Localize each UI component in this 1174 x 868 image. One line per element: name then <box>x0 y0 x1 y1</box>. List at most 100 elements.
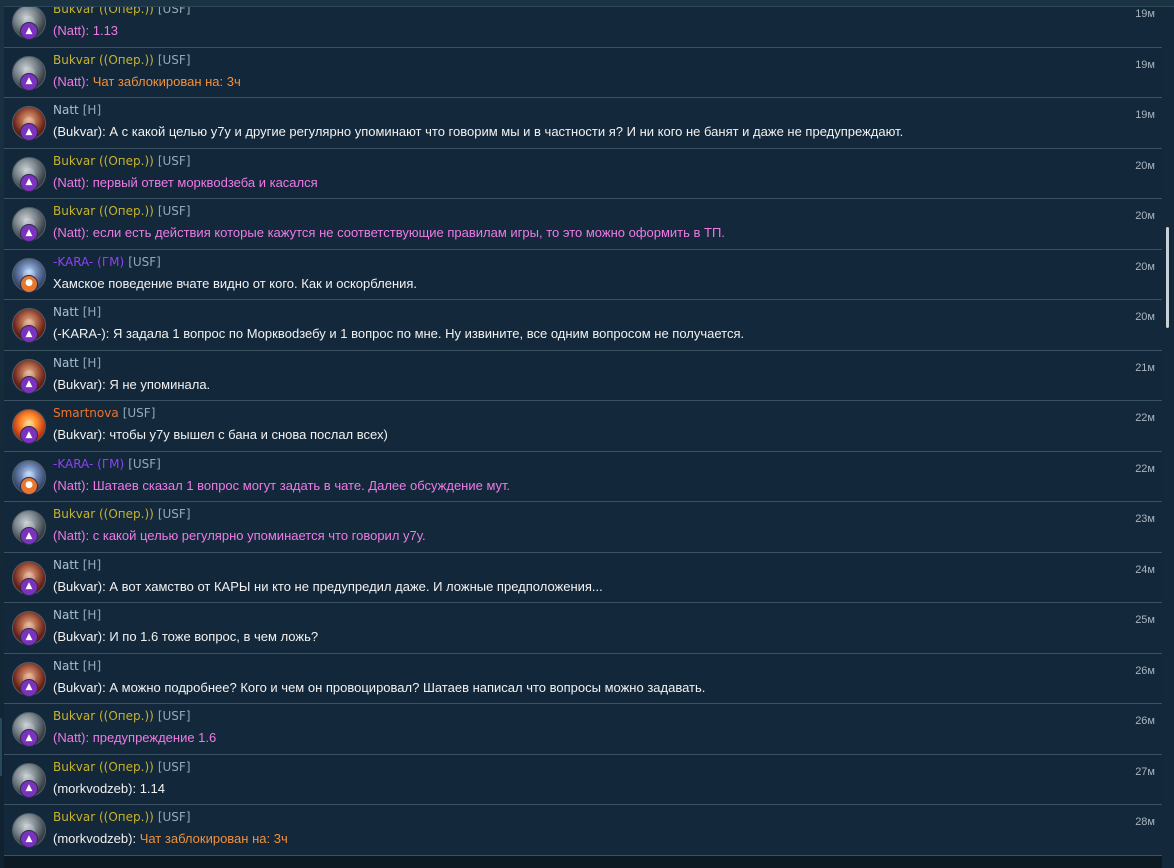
author-name[interactable]: Bukvar ((Опер.)) <box>53 53 154 67</box>
message-recipient: (morkvodzeb): <box>53 780 140 796</box>
message-text-line: (Bukvar): А можно подробнее? Кого и чем … <box>53 679 705 696</box>
author-name[interactable]: Bukvar ((Опер.)) <box>53 760 154 774</box>
author-name[interactable]: Natt <box>53 659 79 673</box>
author-name[interactable]: Natt <box>53 103 79 117</box>
message-body: И по 1.6 тоже вопрос, в чем ложь? <box>109 629 319 644</box>
message-author: Natt [H] <box>53 103 101 118</box>
chat-window: ▲ Bukvar ((Опер.)) [USF] (Natt): 1.13 19м ▲ Bu… <box>0 0 1174 868</box>
message-body: предупреждение 1.6 <box>92 730 217 745</box>
left-panel-edge <box>0 0 4 868</box>
message-recipient: (morkvodzeb): <box>53 831 140 846</box>
chat-message[interactable]: ▲ Natt [H] (Bukvar): И по 1.6 тоже вопрос, … <box>0 603 1162 654</box>
author-name[interactable]: Natt <box>53 608 79 622</box>
message-text-line: (morkvodzeb): 1.14 <box>53 780 165 797</box>
chat-message[interactable]: ▲ Natt [H] (-KARA-): Я задала 1 вопрос по М… <box>0 300 1162 351</box>
message-author: -KARA- (ГМ) [USF] <box>53 457 161 472</box>
author-name[interactable]: -KARA- (ГМ) <box>53 457 124 471</box>
message-text-line: (Natt): предупреждение 1.6 <box>53 729 216 746</box>
message-recipient: (Bukvar): <box>53 376 110 392</box>
author-name[interactable]: Smartnova <box>53 406 119 420</box>
message-timestamp: 20м <box>1135 311 1155 323</box>
chat-message[interactable]: ▲ Bukvar ((Опер.)) [USF] (Natt): первый отв… <box>0 148 1162 199</box>
author-tag: [USF] <box>157 507 191 521</box>
author-name[interactable]: Natt <box>53 558 79 572</box>
author-tag: [H] <box>82 103 102 117</box>
player-role-icon: ▲ <box>20 72 38 91</box>
author-name[interactable]: Bukvar ((Опер.)) <box>53 709 154 723</box>
moderator-badge-icon: ● <box>20 274 38 293</box>
chat-scrollbar[interactable] <box>1162 0 1174 868</box>
message-text-line: (Natt): первый ответ морквodзеба и касал… <box>53 174 318 191</box>
chat-message[interactable]: ▲ Bukvar ((Опер.)) [USF] (Natt): если есть … <box>0 199 1162 250</box>
message-author: Bukvar ((Опер.)) [USF] <box>53 709 191 724</box>
author-name[interactable]: Bukvar ((Опер.)) <box>53 154 154 168</box>
message-recipient: (Natt): <box>53 73 93 89</box>
message-body: А можно подробнее? Кого и чем он провоци… <box>109 679 706 695</box>
scroll-thumb[interactable] <box>1166 227 1169 328</box>
badge-symbol: ▲ <box>25 581 33 591</box>
player-role-icon: ▲ <box>20 375 38 394</box>
chat-message[interactable]: ▲ Bukvar ((Опер.)) [USF] (Natt): с какой це… <box>0 502 1162 553</box>
message-author: Bukvar ((Опер.)) [USF] <box>53 53 191 68</box>
badge-symbol: ▲ <box>25 126 33 137</box>
badge-symbol: ▲ <box>25 177 33 187</box>
message-author: Bukvar ((Опер.)) [USF] <box>53 154 191 169</box>
chat-message[interactable]: ● -KARA- (ГМ) [USF] (Natt): Шатаев сказал 1… <box>0 451 1162 502</box>
chat-message[interactable]: ▲ Natt [H] (Bukvar): А с какой целью у7у и … <box>0 98 1162 149</box>
message-timestamp: 20м <box>1135 159 1155 172</box>
message-body: А с какой целью у7у и другие регулярно у… <box>109 124 904 139</box>
author-tag: [H] <box>82 305 102 319</box>
message-body: 1.13 <box>92 23 119 38</box>
badge-symbol: ● <box>25 278 33 288</box>
message-text-line: (Natt): с какой целью регулярно упоминае… <box>53 527 426 544</box>
message-timestamp: 20м <box>1135 260 1155 273</box>
message-recipient: (Natt): <box>53 730 93 745</box>
author-tag: [USF] <box>157 153 191 168</box>
author-name[interactable]: Bukvar ((Опер.)) <box>53 204 154 218</box>
player-role-icon: ▲ <box>20 325 38 343</box>
badge-symbol: ▲ <box>25 631 33 642</box>
player-role-icon: ▲ <box>20 779 38 798</box>
message-author: Bukvar ((Опер.)) [USF] <box>53 204 191 219</box>
author-name[interactable]: Natt <box>53 356 79 370</box>
message-body: чтобы у7у вышел с бана и снова послал вс… <box>109 427 388 442</box>
chat-message[interactable]: ▲ Bukvar ((Опер.)) [USF] (Natt): 1.13 19м <box>0 0 1162 48</box>
message-author: Bukvar ((Опер.)) [USF] <box>53 507 191 522</box>
author-tag: [USF] <box>157 204 191 218</box>
message-body: Шатаев сказал 1 вопрос могут задать в ча… <box>92 477 511 493</box>
author-name[interactable]: -KARA- (ГМ) <box>53 255 124 269</box>
chat-message[interactable]: ● -KARA- (ГМ) [USF] Хамское поведение вчате… <box>0 249 1162 300</box>
message-timestamp: 25м <box>1135 614 1155 626</box>
message-author: Smartnova [USF] <box>53 406 155 421</box>
chat-message[interactable]: ▲ Bukvar ((Опер.)) [USF] (Natt): Чат заблок… <box>0 47 1162 98</box>
badge-symbol: ▲ <box>25 682 33 692</box>
chat-message[interactable]: ▲ Natt [H] (Bukvar): А можно подробнее? Ког… <box>0 653 1162 704</box>
message-author: Natt [H] <box>53 305 101 320</box>
message-recipient: (Bukvar): <box>53 578 110 594</box>
message-body: если есть действия которые кажутся не со… <box>92 225 725 240</box>
chat-message[interactable]: ▲ Natt [H] (Bukvar): Я не упоминала. 21м <box>0 350 1162 401</box>
chat-message[interactable]: ▲ Smartnova [USF] (Bukvar): чтобы у7у вышел… <box>0 401 1162 452</box>
message-list[interactable]: ▲ Bukvar ((Опер.)) [USF] (Natt): 1.13 19м ▲ Bu… <box>0 0 1162 856</box>
message-author: Natt [H] <box>53 659 101 674</box>
chat-message[interactable]: ▲ Bukvar ((Опер.)) [USF] (morkvodzeb): Чат … <box>0 805 1162 856</box>
message-body: Чат заблокирован на: 3ч <box>139 831 288 846</box>
player-role-icon: ▲ <box>20 628 38 646</box>
author-name[interactable]: Natt <box>53 305 79 319</box>
player-role-icon: ▲ <box>20 224 38 242</box>
message-timestamp: 24м <box>1135 563 1155 576</box>
message-recipient: (Bukvar): <box>53 629 110 644</box>
player-role-icon: ▲ <box>20 22 38 40</box>
message-text-line: (Bukvar): Я не упоминала. <box>53 376 210 393</box>
chat-message[interactable]: ▲ Bukvar ((Опер.)) [USF] (morkvodzeb): 1.14… <box>0 754 1162 805</box>
chat-message[interactable]: ▲ Bukvar ((Опер.)) [USF] (Natt): предупрежд… <box>0 704 1162 755</box>
author-tag: [H] <box>82 355 102 370</box>
chat-message[interactable]: ▲ Natt [H] (Bukvar): А вот хамство от КАРЫ … <box>0 552 1162 603</box>
author-name[interactable]: Bukvar ((Опер.)) <box>53 507 154 521</box>
message-body: первый ответ морквodзеба и касался <box>92 174 318 190</box>
badge-symbol: ▲ <box>25 227 33 238</box>
author-tag: [H] <box>82 608 102 622</box>
author-name[interactable]: Bukvar ((Опер.)) <box>53 810 154 824</box>
message-body: Я задала 1 вопрос по Морквodзебу и 1 воп… <box>112 326 745 341</box>
message-author: Natt [H] <box>53 356 101 371</box>
